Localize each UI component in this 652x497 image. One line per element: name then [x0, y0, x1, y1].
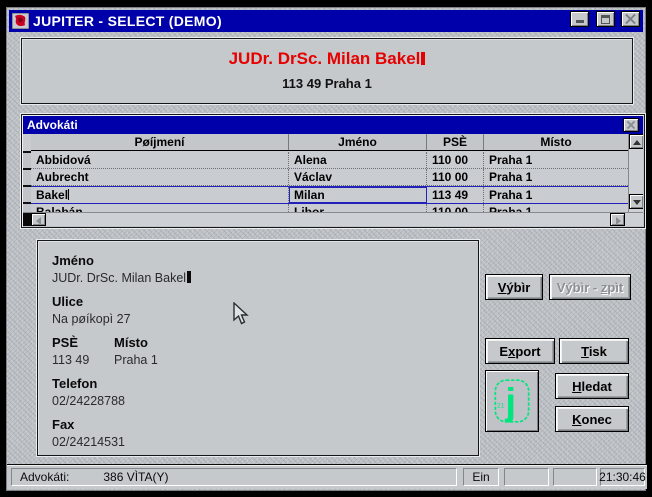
maximize-icon [601, 15, 610, 24]
jmeno-label: Jméno [52, 253, 478, 268]
jupiter-logo-button[interactable]: 21 j [485, 370, 539, 432]
export-button[interactable]: Export [485, 338, 555, 364]
jupiter-j-icon: 21 j [492, 373, 532, 429]
advokati-titlebar[interactable]: Advokáti [23, 116, 643, 134]
maximize-button[interactable] [596, 11, 615, 27]
app-window: JUPITER - SELECT (DEMO) JUDr. DrSc. Mila… [6, 7, 646, 491]
scroll-up-button[interactable] [629, 134, 643, 149]
telefon-value: 02/24228788 [52, 394, 478, 408]
cell-prijmeni[interactable]: Bakel [31, 187, 289, 203]
scroll-right-button[interactable] [610, 213, 625, 226]
cell-misto[interactable]: Praha 1 [484, 187, 628, 203]
selected-record-header: JUDr. DrSc. Milan Bakel 113 49 Praha 1 [21, 38, 633, 104]
status-info: 386 VÌTA(Y) [103, 470, 168, 484]
status-main-panel: Advokáti: 386 VÌTA(Y) [11, 468, 457, 486]
jmeno-value: JUDr. DrSc. Milan Bakel [52, 271, 478, 285]
ulice-label: Ulice [52, 294, 478, 309]
cell-misto[interactable]: Praha 1 [484, 169, 628, 185]
record-selector-gutter [23, 151, 31, 215]
status-mode-panel: Ein [463, 468, 499, 486]
advokati-window: Advokáti Pøíjmení Jméno PSÈ Místo Abbido… [21, 114, 645, 228]
telefon-label: Telefon [52, 376, 478, 391]
arrow-up-icon [633, 140, 641, 145]
window-controls [568, 11, 640, 31]
cell-prijmeni[interactable]: Abbidová [31, 152, 289, 168]
status-label: Advokáti: [20, 470, 69, 484]
cell-jmeno[interactable]: Václav [289, 169, 427, 185]
close-button[interactable] [621, 11, 640, 27]
vyber-zpet-button: Výbìr - zpìt [549, 274, 631, 300]
screen: JUPITER - SELECT (DEMO) JUDr. DrSc. Mila… [0, 0, 652, 497]
advokati-title: Advokáti [27, 118, 623, 132]
cell-misto[interactable]: Praha 1 [484, 152, 628, 168]
vyber-button[interactable]: Výbìr [485, 274, 543, 300]
status-clock: 21:30:46 [600, 468, 645, 486]
cell-psc[interactable]: 110 00 [427, 152, 484, 168]
status-bar: Advokáti: 386 VÌTA(Y) Ein 21:30:46 [7, 464, 647, 489]
horizontal-scrollbar[interactable] [23, 212, 643, 226]
minimize-icon [576, 20, 584, 23]
titlebar[interactable]: JUPITER - SELECT (DEMO) [9, 10, 643, 32]
svg-text:j: j [504, 380, 516, 423]
scrollbar-corner-block [23, 213, 31, 226]
hledat-button[interactable]: Hledat [555, 373, 629, 399]
table-rows: Abbidová Alena 110 00 Praha 1 Aubrecht V… [31, 152, 628, 215]
arrow-right-icon [616, 217, 621, 225]
text-cursor-block [421, 52, 425, 65]
column-header-misto[interactable]: Místo [484, 134, 628, 150]
advokati-close-button[interactable] [623, 118, 639, 132]
app-logo-icon [12, 13, 29, 29]
vertical-scrollbar[interactable] [628, 134, 643, 215]
column-header-psc[interactable]: PSÈ [427, 134, 484, 150]
fax-label: Fax [52, 417, 478, 432]
cell-psc[interactable]: 113 49 [427, 187, 484, 203]
text-cursor-block [187, 271, 191, 283]
ulice-value: Na pøíkopì 27 [52, 312, 478, 326]
fax-value: 02/24214531 [52, 435, 478, 449]
column-header-prijmeni[interactable]: Pøíjmení [31, 134, 289, 150]
scroll-down-button[interactable] [629, 194, 643, 209]
cell-jmeno-selected[interactable]: Milan [289, 187, 427, 203]
misto-value: Praha 1 [114, 353, 158, 367]
window-title: JUPITER - SELECT (DEMO) [33, 13, 568, 29]
table-row-selected[interactable]: Bakel Milan 113 49 Praha 1 [31, 186, 628, 204]
cell-jmeno[interactable]: Alena [289, 152, 427, 168]
selected-name: JUDr. DrSc. Milan Bakel [22, 49, 632, 69]
table-row[interactable]: Abbidová Alena 110 00 Praha 1 [31, 152, 628, 169]
table-row[interactable]: Aubrecht Václav 110 00 Praha 1 [31, 169, 628, 186]
svg-text:21: 21 [497, 403, 505, 410]
misto-label: Místo [114, 335, 148, 350]
selected-address: 113 49 Praha 1 [22, 76, 632, 91]
cell-psc[interactable]: 110 00 [427, 169, 484, 185]
arrow-down-icon [633, 200, 641, 205]
text-caret [68, 189, 69, 200]
status-empty-panel-1 [504, 468, 549, 486]
advokati-table: Pøíjmení Jméno PSÈ Místo Abbidová Alena … [23, 134, 643, 215]
minimize-button[interactable] [570, 11, 589, 27]
table-header-row: Pøíjmení Jméno PSÈ Místo [31, 134, 628, 151]
psc-value: 113 49 [52, 353, 114, 367]
scroll-left-button[interactable] [31, 213, 46, 226]
arrow-left-icon [36, 217, 41, 225]
status-empty-panel-2 [553, 468, 597, 486]
psc-label: PSÈ [52, 335, 114, 350]
column-header-jmeno[interactable]: Jméno [289, 134, 427, 150]
cell-prijmeni[interactable]: Aubrecht [31, 169, 289, 185]
tisk-button[interactable]: Tisk [559, 338, 629, 364]
detail-panel: Jméno JUDr. DrSc. Milan Bakel Ulice Na p… [37, 240, 479, 456]
konec-button[interactable]: Konec [555, 406, 629, 432]
